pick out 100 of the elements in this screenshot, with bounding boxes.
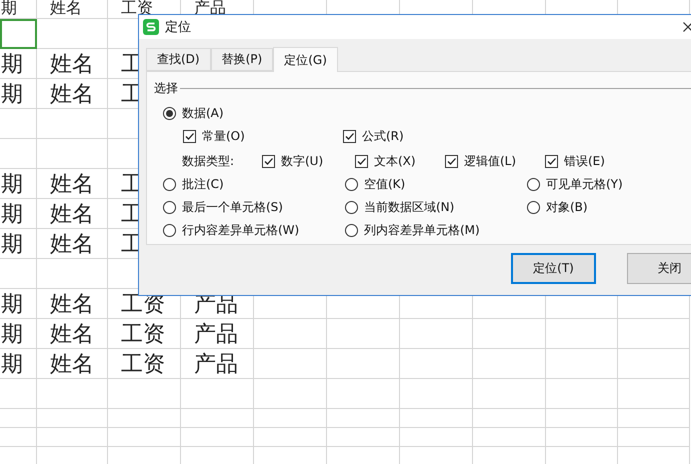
table-cell[interactable]: 期: [0, 0, 37, 19]
checkbox[interactable]: [355, 155, 368, 168]
table-cell[interactable]: 姓名: [37, 169, 108, 199]
radio-label: 列内容差异单元格(M): [364, 222, 480, 239]
checkbox[interactable]: [343, 130, 356, 143]
table-cell[interactable]: [473, 349, 546, 379]
table-cell[interactable]: [254, 379, 327, 409]
tab[interactable]: 定位(G): [273, 47, 338, 72]
table-cell[interactable]: [618, 428, 690, 447]
table-cell[interactable]: [0, 428, 37, 447]
table-cell[interactable]: [473, 409, 546, 428]
table-cell[interactable]: 期: [0, 349, 37, 379]
table-cell[interactable]: [0, 19, 37, 49]
table-cell[interactable]: [473, 319, 546, 349]
dialog-button[interactable]: 关闭: [627, 253, 691, 284]
window-title: 定位: [165, 19, 191, 36]
radio-button[interactable]: [345, 201, 358, 214]
table-cell[interactable]: 产品: [181, 319, 254, 349]
checkbox[interactable]: [183, 130, 196, 143]
table-cell[interactable]: [0, 409, 37, 428]
table-cell[interactable]: [400, 379, 473, 409]
checkbox[interactable]: [545, 155, 558, 168]
table-cell[interactable]: [546, 379, 618, 409]
table-cell[interactable]: [473, 379, 546, 409]
table-cell[interactable]: [37, 409, 108, 428]
table-cell[interactable]: [108, 409, 181, 428]
radio-button[interactable]: [163, 178, 176, 191]
table-cell[interactable]: 产品: [181, 349, 254, 379]
table-cell[interactable]: [37, 139, 108, 169]
table-cell[interactable]: [0, 259, 37, 289]
table-cell[interactable]: [0, 109, 37, 139]
table-cell[interactable]: [181, 428, 254, 447]
table-cell[interactable]: 姓名: [37, 49, 108, 79]
table-cell[interactable]: 姓名: [37, 229, 108, 259]
table-cell[interactable]: [37, 19, 108, 49]
radio-label: 最后一个单元格(S): [182, 199, 283, 216]
table-cell[interactable]: 期: [0, 199, 37, 229]
table-cell[interactable]: [0, 139, 37, 169]
tab[interactable]: 替换(P): [210, 48, 274, 71]
table-cell[interactable]: [37, 379, 108, 409]
table-cell[interactable]: 姓名: [37, 199, 108, 229]
table-cell[interactable]: [254, 409, 327, 428]
table-cell[interactable]: [618, 379, 690, 409]
table-cell[interactable]: [400, 409, 473, 428]
table-cell[interactable]: [473, 428, 546, 447]
table-cell[interactable]: [0, 379, 37, 409]
table-cell[interactable]: 姓名: [37, 319, 108, 349]
table-cell[interactable]: [400, 428, 473, 447]
radio-label: 数据(A): [182, 105, 224, 122]
table-cell[interactable]: 期: [0, 169, 37, 199]
table-cell[interactable]: [181, 409, 254, 428]
table-cell[interactable]: [327, 409, 400, 428]
table-cell[interactable]: [254, 319, 327, 349]
table-cell[interactable]: 姓名: [37, 79, 108, 109]
table-cell[interactable]: 期: [0, 229, 37, 259]
table-cell[interactable]: [254, 428, 327, 447]
table-cell[interactable]: 姓名: [37, 289, 108, 319]
table-cell[interactable]: [327, 379, 400, 409]
table-cell[interactable]: [327, 428, 400, 447]
table-cell[interactable]: 姓名: [37, 349, 108, 379]
table-cell[interactable]: [327, 349, 400, 379]
dialog-button[interactable]: 定位(T): [511, 253, 596, 284]
table-cell[interactable]: 工资: [108, 319, 181, 349]
table-cell[interactable]: [108, 379, 181, 409]
table-cell[interactable]: [37, 109, 108, 139]
table-cell[interactable]: [546, 409, 618, 428]
checkbox-label: 公式(R): [362, 128, 404, 145]
table-cell[interactable]: 期: [0, 79, 37, 109]
radio-label: 对象(B): [546, 199, 588, 216]
table-cell[interactable]: [37, 259, 108, 289]
table-cell[interactable]: [254, 349, 327, 379]
table-cell[interactable]: [618, 349, 690, 379]
radio-button[interactable]: [527, 178, 540, 191]
table-cell[interactable]: 工资: [108, 349, 181, 379]
table-cell[interactable]: [37, 428, 108, 447]
table-cell[interactable]: [108, 428, 181, 447]
table-cell[interactable]: [546, 428, 618, 447]
table-cell[interactable]: [546, 349, 618, 379]
table-cell[interactable]: 姓名: [37, 0, 108, 19]
radio-button[interactable]: [163, 107, 176, 120]
group-label: 选择: [154, 80, 178, 96]
radio-button[interactable]: [345, 224, 358, 237]
table-cell[interactable]: [546, 319, 618, 349]
radio-button[interactable]: [163, 224, 176, 237]
tab[interactable]: 查找(D): [146, 48, 211, 71]
table-cell[interactable]: [618, 319, 690, 349]
radio-button[interactable]: [163, 201, 176, 214]
table-cell[interactable]: 期: [0, 319, 37, 349]
close-icon[interactable]: [683, 22, 691, 32]
checkbox[interactable]: [262, 155, 275, 168]
table-cell[interactable]: [400, 319, 473, 349]
radio-button[interactable]: [345, 178, 358, 191]
table-cell[interactable]: [181, 379, 254, 409]
table-cell[interactable]: 期: [0, 49, 37, 79]
radio-button[interactable]: [527, 201, 540, 214]
table-cell[interactable]: 期: [0, 289, 37, 319]
table-cell[interactable]: [327, 319, 400, 349]
table-cell[interactable]: [400, 349, 473, 379]
checkbox[interactable]: [445, 155, 458, 168]
table-cell[interactable]: [618, 409, 690, 428]
